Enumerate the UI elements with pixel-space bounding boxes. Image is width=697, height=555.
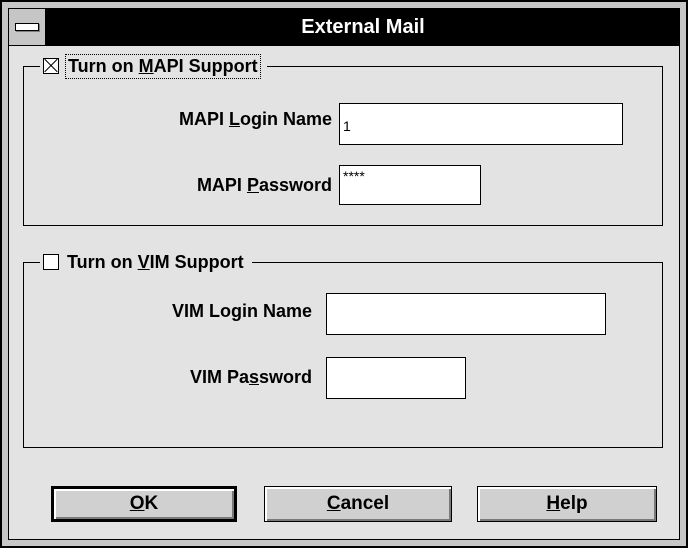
mapi-password-label-post: assword [258, 175, 332, 195]
vim-password-label-post: sword [258, 367, 312, 387]
mapi-group-legend: Turn on MAPI Support [40, 53, 267, 79]
mapi-support-label-key: M [138, 55, 154, 76]
vim-login-name-input[interactable] [326, 293, 606, 335]
mapi-login-label: MAPI Login Name [84, 109, 332, 130]
mapi-group: Turn on MAPI Support MAPI Login Name 1 M… [23, 53, 663, 226]
external-mail-dialog: External Mail Turn on MAPI Support MAPI … [0, 0, 688, 548]
vim-support-label-key: V [137, 251, 150, 272]
mapi-login-label-key: L [228, 109, 240, 129]
vim-support-label-post: IM Support [149, 251, 244, 272]
dialog-frame: External Mail Turn on MAPI Support MAPI … [8, 8, 680, 540]
help-button-rest: elp [560, 493, 588, 514]
window-title: External Mail [301, 16, 425, 38]
title-bar[interactable]: External Mail [9, 9, 679, 46]
mapi-password-label-pre: MAPI [196, 175, 247, 195]
help-button-key: H [546, 493, 561, 514]
ok-button[interactable]: OK [51, 486, 237, 522]
ok-button-rest: K [144, 493, 159, 514]
system-menu-icon[interactable] [9, 9, 47, 45]
vim-group: Turn on VIM Support VIM Login Name VIM P… [23, 249, 663, 448]
cancel-button[interactable]: Cancel [264, 486, 452, 522]
vim-group-legend: Turn on VIM Support [40, 249, 252, 275]
mapi-login-label-pre: MAPI [178, 109, 229, 129]
mapi-password-label-key: P [246, 175, 259, 195]
vim-password-input[interactable] [326, 357, 466, 399]
mapi-password-label: MAPI Password [84, 175, 332, 196]
vim-password-label: VIM Password [64, 367, 312, 388]
ok-button-key: O [129, 493, 145, 514]
mapi-password-input[interactable]: **** [339, 165, 481, 205]
vim-support-label-pre: Turn on [67, 251, 138, 272]
vim-password-label-key: s [248, 367, 259, 387]
mapi-support-checkbox[interactable] [43, 58, 59, 74]
mapi-support-label-post: API Support [153, 55, 258, 76]
dialog-content: Turn on MAPI Support MAPI Login Name 1 M… [9, 46, 679, 539]
cancel-button-key: C [326, 493, 341, 514]
mapi-login-name-input[interactable]: 1 [339, 103, 623, 145]
vim-password-label-pre: VIM Pa [189, 367, 249, 387]
cancel-button-rest: ancel [340, 493, 390, 514]
mapi-support-label-pre: Turn on [68, 55, 139, 76]
vim-support-checkbox[interactable] [43, 254, 59, 270]
system-menu-bar [15, 23, 39, 31]
vim-login-label: VIM Login Name [171, 301, 312, 321]
mapi-login-label-post: ogin Name [239, 109, 332, 129]
mapi-support-label[interactable]: Turn on MAPI Support [65, 53, 261, 79]
help-button[interactable]: Help [477, 486, 657, 522]
vim-support-label[interactable]: Turn on VIM Support [65, 251, 246, 274]
